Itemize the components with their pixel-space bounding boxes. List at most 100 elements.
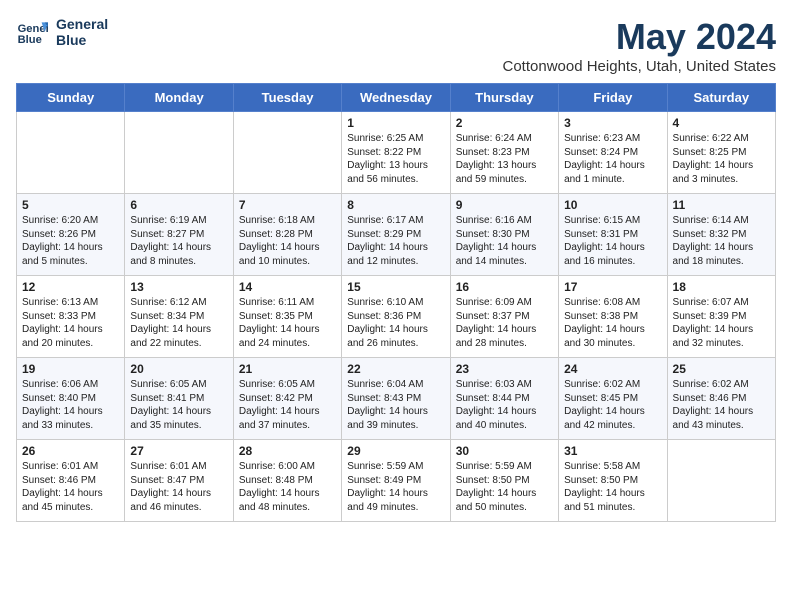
- cell-content: Sunrise: 6:17 AM Sunset: 8:29 PM Dayligh…: [347, 214, 444, 268]
- calendar-cell: 5Sunrise: 6:20 AM Sunset: 8:26 PM Daylig…: [17, 194, 125, 276]
- calendar-cell: [233, 112, 341, 194]
- cell-content: Sunrise: 6:01 AM Sunset: 8:46 PM Dayligh…: [22, 460, 119, 514]
- day-number: 5: [22, 198, 119, 212]
- calendar-cell: 4 Sunrise: 6:22 AM Sunset: 8:25 PM Daylig…: [667, 112, 775, 194]
- title-block: May 2024 Cottonwood Heights, Utah, Unite…: [503, 16, 777, 75]
- calendar-cell: [667, 440, 775, 522]
- day-number: 29: [347, 444, 444, 458]
- cell-content: Sunrise: 6:11 AM Sunset: 8:35 PM Dayligh…: [239, 296, 336, 350]
- day-number: 14: [239, 280, 336, 294]
- cell-content: Sunrise: 6:10 AM Sunset: 8:36 PM Dayligh…: [347, 296, 444, 350]
- calendar-cell: 1 Sunrise: 6:25 AM Sunset: 8:22 PM Daylig…: [342, 112, 450, 194]
- day-number: 22: [347, 362, 444, 376]
- day-number: 18: [673, 280, 770, 294]
- cell-content: Sunrise: 6:05 AM Sunset: 8:41 PM Dayligh…: [130, 378, 227, 432]
- calendar-cell: 28 Sunrise: 6:00 AM Sunset: 8:48 PM Dayli…: [233, 440, 341, 522]
- day-number: 16: [456, 280, 553, 294]
- cell-content: Sunrise: 6:25 AM Sunset: 8:22 PM Dayligh…: [347, 132, 444, 186]
- day-number: 19: [22, 362, 119, 376]
- calendar-cell: 20 Sunrise: 6:05 AM Sunset: 8:41 PM Dayli…: [125, 358, 233, 440]
- cell-content: Sunrise: 6:06 AM Sunset: 8:40 PM Dayligh…: [22, 378, 119, 432]
- cell-content: Sunrise: 6:08 AM Sunset: 8:38 PM Dayligh…: [564, 296, 661, 350]
- calendar-cell: 30 Sunrise: 5:59 AM Sunset: 8:50 PM Dayli…: [450, 440, 558, 522]
- cell-content: Sunrise: 6:18 AM Sunset: 8:28 PM Dayligh…: [239, 214, 336, 268]
- cell-content: Sunrise: 6:09 AM Sunset: 8:37 PM Dayligh…: [456, 296, 553, 350]
- calendar-cell: 25 Sunrise: 6:02 AM Sunset: 8:46 PM Dayli…: [667, 358, 775, 440]
- cell-content: Sunrise: 6:07 AM Sunset: 8:39 PM Dayligh…: [673, 296, 770, 350]
- cell-content: Sunrise: 6:01 AM Sunset: 8:47 PM Dayligh…: [130, 460, 227, 514]
- calendar-cell: [125, 112, 233, 194]
- calendar-cell: 14 Sunrise: 6:11 AM Sunset: 8:35 PM Dayli…: [233, 276, 341, 358]
- cell-content: Sunrise: 6:02 AM Sunset: 8:46 PM Dayligh…: [673, 378, 770, 432]
- calendar-cell: 9 Sunrise: 6:16 AM Sunset: 8:30 PM Daylig…: [450, 194, 558, 276]
- calendar-cell: 13Sunrise: 6:12 AM Sunset: 8:34 PM Dayli…: [125, 276, 233, 358]
- calendar-cell: 16 Sunrise: 6:09 AM Sunset: 8:37 PM Dayli…: [450, 276, 558, 358]
- calendar-cell: 6Sunrise: 6:19 AM Sunset: 8:27 PM Daylig…: [125, 194, 233, 276]
- day-header-thursday: Thursday: [450, 84, 558, 112]
- cell-content: Sunrise: 6:24 AM Sunset: 8:23 PM Dayligh…: [456, 132, 553, 186]
- day-number: 27: [130, 444, 227, 458]
- calendar-cell: 26 Sunrise: 6:01 AM Sunset: 8:46 PM Dayli…: [17, 440, 125, 522]
- cell-content: Sunrise: 6:13 AM Sunset: 8:33 PM Dayligh…: [22, 296, 119, 350]
- calendar-cell: 27 Sunrise: 6:01 AM Sunset: 8:47 PM Dayli…: [125, 440, 233, 522]
- calendar-cell: 22Sunrise: 6:04 AM Sunset: 8:43 PM Dayli…: [342, 358, 450, 440]
- calendar-header-row: SundayMondayTuesdayWednesdayThursdayFrid…: [17, 84, 776, 112]
- day-number: 26: [22, 444, 119, 458]
- calendar-cell: 21 Sunrise: 6:05 AM Sunset: 8:42 PM Dayli…: [233, 358, 341, 440]
- logo-icon: General Blue: [16, 16, 48, 48]
- calendar-cell: 19 Sunrise: 6:06 AM Sunset: 8:40 PM Dayli…: [17, 358, 125, 440]
- calendar-cell: 7 Sunrise: 6:18 AM Sunset: 8:28 PM Daylig…: [233, 194, 341, 276]
- cell-content: Sunrise: 5:59 AM Sunset: 8:50 PM Dayligh…: [456, 460, 553, 514]
- calendar-cell: 10Sunrise: 6:15 AM Sunset: 8:31 PM Dayli…: [559, 194, 667, 276]
- day-number: 25: [673, 362, 770, 376]
- cell-content: Sunrise: 6:03 AM Sunset: 8:44 PM Dayligh…: [456, 378, 553, 432]
- calendar-cell: 31Sunrise: 5:58 AM Sunset: 8:50 PM Dayli…: [559, 440, 667, 522]
- cell-content: Sunrise: 6:16 AM Sunset: 8:30 PM Dayligh…: [456, 214, 553, 268]
- logo: General Blue General Blue: [16, 16, 108, 48]
- cell-content: Sunrise: 6:23 AM Sunset: 8:24 PM Dayligh…: [564, 132, 661, 186]
- logo-text-blue: Blue: [56, 32, 108, 48]
- day-number: 15: [347, 280, 444, 294]
- cell-content: Sunrise: 5:59 AM Sunset: 8:49 PM Dayligh…: [347, 460, 444, 514]
- cell-content: Sunrise: 6:15 AM Sunset: 8:31 PM Dayligh…: [564, 214, 661, 268]
- calendar-cell: 29 Sunrise: 5:59 AM Sunset: 8:49 PM Dayli…: [342, 440, 450, 522]
- calendar-cell: 17 Sunrise: 6:08 AM Sunset: 8:38 PM Dayli…: [559, 276, 667, 358]
- day-number: 30: [456, 444, 553, 458]
- calendar-cell: 2Sunrise: 6:24 AM Sunset: 8:23 PM Daylig…: [450, 112, 558, 194]
- day-number: 1: [347, 116, 444, 130]
- day-number: 12: [22, 280, 119, 294]
- day-number: 21: [239, 362, 336, 376]
- week-row-2: 5Sunrise: 6:20 AM Sunset: 8:26 PM Daylig…: [17, 194, 776, 276]
- day-header-saturday: Saturday: [667, 84, 775, 112]
- day-number: 28: [239, 444, 336, 458]
- cell-content: Sunrise: 5:58 AM Sunset: 8:50 PM Dayligh…: [564, 460, 661, 514]
- day-header-tuesday: Tuesday: [233, 84, 341, 112]
- day-header-friday: Friday: [559, 84, 667, 112]
- day-number: 8: [347, 198, 444, 212]
- svg-text:Blue: Blue: [18, 34, 42, 46]
- week-row-4: 19 Sunrise: 6:06 AM Sunset: 8:40 PM Dayli…: [17, 358, 776, 440]
- calendar-cell: [17, 112, 125, 194]
- day-number: 11: [673, 198, 770, 212]
- day-number: 4: [673, 116, 770, 130]
- cell-content: Sunrise: 6:12 AM Sunset: 8:34 PM Dayligh…: [130, 296, 227, 350]
- day-number: 3: [564, 116, 661, 130]
- location-text: Cottonwood Heights, Utah, United States: [503, 58, 777, 75]
- day-number: 7: [239, 198, 336, 212]
- month-title: May 2024: [503, 16, 777, 58]
- calendar-cell: 18 Sunrise: 6:07 AM Sunset: 8:39 PM Dayli…: [667, 276, 775, 358]
- cell-content: Sunrise: 6:05 AM Sunset: 8:42 PM Dayligh…: [239, 378, 336, 432]
- cell-content: Sunrise: 6:00 AM Sunset: 8:48 PM Dayligh…: [239, 460, 336, 514]
- day-number: 17: [564, 280, 661, 294]
- calendar-cell: 12 Sunrise: 6:13 AM Sunset: 8:33 PM Dayli…: [17, 276, 125, 358]
- day-number: 20: [130, 362, 227, 376]
- calendar-cell: 24Sunrise: 6:02 AM Sunset: 8:45 PM Dayli…: [559, 358, 667, 440]
- day-number: 9: [456, 198, 553, 212]
- day-header-monday: Monday: [125, 84, 233, 112]
- calendar-cell: 15 Sunrise: 6:10 AM Sunset: 8:36 PM Dayli…: [342, 276, 450, 358]
- day-number: 23: [456, 362, 553, 376]
- week-row-1: 1 Sunrise: 6:25 AM Sunset: 8:22 PM Daylig…: [17, 112, 776, 194]
- cell-content: Sunrise: 6:19 AM Sunset: 8:27 PM Dayligh…: [130, 214, 227, 268]
- cell-content: Sunrise: 6:22 AM Sunset: 8:25 PM Dayligh…: [673, 132, 770, 186]
- day-number: 24: [564, 362, 661, 376]
